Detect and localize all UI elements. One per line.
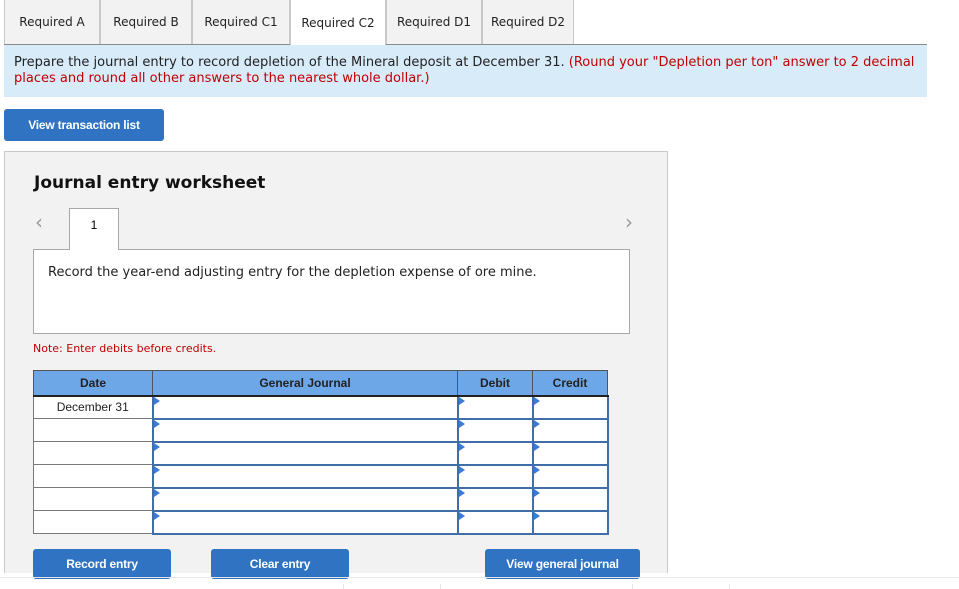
debit-input[interactable]: [458, 396, 532, 418]
date-cell: December 31: [33, 395, 153, 419]
table-row: [33, 417, 609, 443]
tab-required-c2[interactable]: Required C2: [290, 0, 386, 46]
record-entry-button[interactable]: Record entry: [33, 549, 171, 579]
divider-tick: [729, 584, 730, 589]
debit-cell[interactable]: [456, 486, 534, 512]
header-general-journal: General Journal: [152, 370, 458, 397]
tab-required-b[interactable]: Required B: [100, 0, 192, 44]
credit-cell[interactable]: [531, 440, 609, 466]
page-divider: [0, 577, 959, 578]
divider-tick: [343, 584, 344, 589]
tab-required-d1[interactable]: Required D1: [386, 0, 482, 44]
table-row: [33, 440, 609, 466]
debit-cell[interactable]: [456, 394, 534, 420]
debit-cell[interactable]: [456, 509, 534, 535]
debit-input[interactable]: [458, 465, 532, 487]
view-general-journal-button[interactable]: View general journal: [485, 549, 640, 579]
divider-tick: [632, 584, 633, 589]
account-input[interactable]: [153, 396, 457, 418]
credit-input[interactable]: [533, 419, 607, 441]
debit-input[interactable]: [458, 442, 532, 464]
header-credit: Credit: [532, 370, 608, 397]
table-row: [33, 486, 609, 512]
view-transaction-list-button[interactable]: View transaction list: [4, 109, 164, 141]
credit-input[interactable]: [533, 442, 607, 464]
chevron-right-icon[interactable]: ›: [625, 210, 633, 234]
instruction-text: Prepare the journal entry to record depl…: [14, 55, 569, 70]
worksheet-title: Journal entry worksheet: [34, 173, 266, 193]
credit-cell[interactable]: [531, 509, 609, 535]
credit-input[interactable]: [533, 465, 607, 487]
debit-input[interactable]: [458, 511, 532, 533]
account-cell[interactable]: [151, 463, 459, 489]
debit-input[interactable]: [458, 419, 532, 441]
date-cell[interactable]: [33, 487, 153, 511]
divider-tick: [440, 584, 441, 589]
tab-required-d2[interactable]: Required D2: [482, 0, 574, 44]
account-input[interactable]: [153, 511, 457, 533]
date-cell[interactable]: [33, 510, 153, 534]
tab-required-a[interactable]: Required A: [4, 0, 100, 44]
header-debit: Debit: [457, 370, 533, 397]
clear-entry-button[interactable]: Clear entry: [211, 549, 349, 579]
chevron-left-icon[interactable]: ‹: [35, 210, 43, 234]
account-cell[interactable]: [151, 394, 459, 420]
credit-cell[interactable]: [531, 394, 609, 420]
entry-page-tab-1[interactable]: 1: [69, 208, 119, 250]
journal-entry-worksheet: Journal entry worksheet ‹ 1 › Record the…: [4, 151, 668, 579]
account-cell[interactable]: [151, 486, 459, 512]
account-input[interactable]: [153, 465, 457, 487]
account-input[interactable]: [153, 488, 457, 510]
table-row: [33, 509, 609, 535]
debit-cell[interactable]: [456, 463, 534, 489]
credit-cell[interactable]: [531, 417, 609, 443]
account-input[interactable]: [153, 419, 457, 441]
instruction-banner: Prepare the journal entry to record depl…: [4, 45, 927, 97]
entry-description: Record the year-end adjusting entry for …: [48, 265, 537, 280]
account-cell[interactable]: [151, 417, 459, 443]
date-cell[interactable]: [33, 418, 153, 442]
tab-required-c1[interactable]: Required C1: [192, 0, 290, 44]
table-row: December 31: [33, 394, 609, 420]
account-cell[interactable]: [151, 509, 459, 535]
entry-description-box: Record the year-end adjusting entry for …: [33, 249, 630, 334]
debit-cell[interactable]: [456, 417, 534, 443]
journal-table: Date General Journal Debit Credit Decemb…: [33, 370, 609, 535]
credit-input[interactable]: [533, 396, 607, 418]
requirement-tabs: Required A Required B Required C1 Requir…: [4, 0, 927, 46]
credit-input[interactable]: [533, 488, 607, 510]
table-header-row: Date General Journal Debit Credit: [33, 370, 608, 397]
debit-input[interactable]: [458, 488, 532, 510]
credit-input[interactable]: [533, 511, 607, 533]
account-cell[interactable]: [151, 440, 459, 466]
credit-cell[interactable]: [531, 463, 609, 489]
account-input[interactable]: [153, 442, 457, 464]
debits-note: Note: Enter debits before credits.: [33, 342, 217, 355]
debit-cell[interactable]: [456, 440, 534, 466]
header-date: Date: [33, 370, 153, 397]
date-cell[interactable]: [33, 464, 153, 488]
credit-cell[interactable]: [531, 486, 609, 512]
table-row: [33, 463, 609, 489]
date-cell[interactable]: [33, 441, 153, 465]
